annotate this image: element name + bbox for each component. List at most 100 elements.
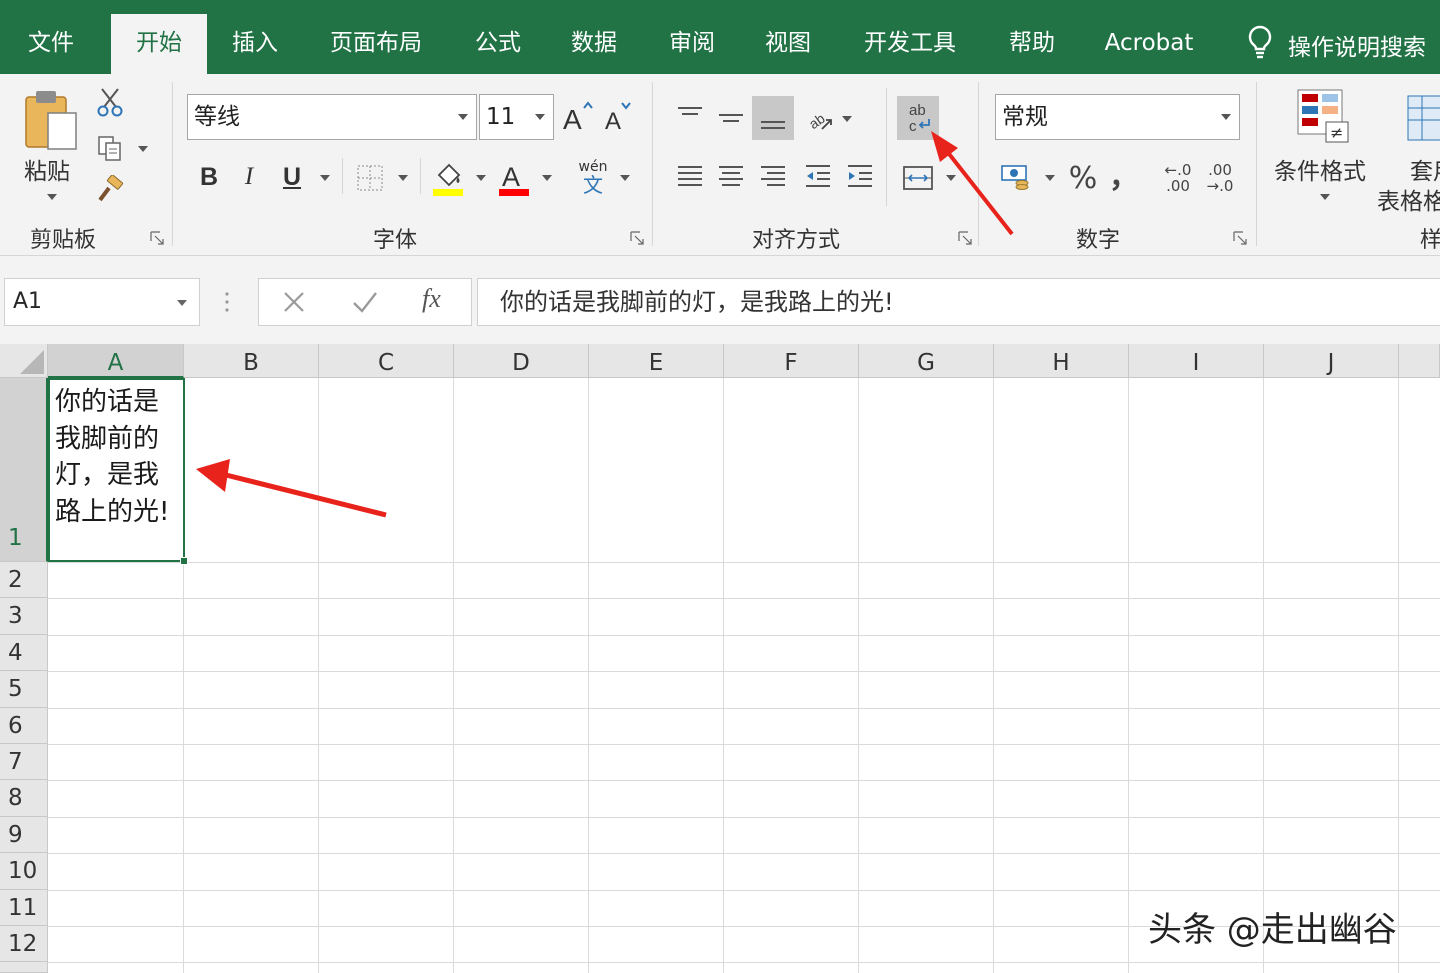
phonetic-dropdown[interactable] bbox=[620, 175, 630, 181]
decrease-font-size-button[interactable]: A bbox=[600, 98, 634, 134]
svg-text:A: A bbox=[502, 162, 520, 192]
tab-insert[interactable]: 插入 bbox=[218, 14, 292, 74]
align-left-icon[interactable] bbox=[672, 158, 708, 194]
column-header-a[interactable]: A bbox=[48, 344, 184, 378]
borders-dropdown[interactable] bbox=[398, 175, 408, 181]
orientation-icon[interactable]: ab bbox=[802, 100, 836, 136]
paste-dropdown[interactable] bbox=[47, 194, 57, 200]
worksheet-grid[interactable]: ABCDEFGHIJ 1 2 3 4 5 6 7 8 9 10 11 12 你的话是我脚前的灯，是我路… bbox=[0, 344, 1440, 973]
align-right-icon[interactable] bbox=[755, 158, 791, 194]
column-header-h[interactable]: H bbox=[994, 344, 1129, 378]
font-launcher-icon[interactable] bbox=[630, 230, 644, 245]
borders-icon[interactable] bbox=[354, 162, 386, 194]
column-header-f[interactable]: F bbox=[724, 344, 859, 378]
wrap-text-icon[interactable]: ab c bbox=[897, 96, 939, 140]
font-size-value: 11 bbox=[486, 104, 516, 130]
underline-button[interactable]: U bbox=[276, 160, 308, 194]
cell-a1[interactable]: 你的话是我脚前的灯，是我路上的光! bbox=[48, 378, 185, 562]
row-header-12[interactable]: 12 bbox=[0, 926, 48, 963]
comma-style-button[interactable]: ， bbox=[1109, 154, 1139, 194]
tab-formulas[interactable]: 公式 bbox=[462, 14, 534, 74]
tab-review[interactable]: 审阅 bbox=[656, 14, 728, 74]
italic-button[interactable]: I bbox=[233, 160, 265, 194]
top-align-icon[interactable] bbox=[672, 96, 708, 140]
conditional-formatting-icon[interactable]: ≠ bbox=[1292, 84, 1354, 148]
name-box[interactable]: A1 bbox=[4, 278, 200, 326]
row-header-8[interactable]: 8 bbox=[0, 780, 48, 817]
row-header-1[interactable]: 1 bbox=[0, 378, 48, 562]
accounting-dropdown[interactable] bbox=[1045, 175, 1055, 181]
grip-icon[interactable] bbox=[225, 290, 229, 314]
tell-me-search[interactable]: 操作说明搜索 bbox=[1246, 24, 1426, 64]
number-launcher-icon[interactable] bbox=[1233, 230, 1247, 245]
tab-page-layout[interactable]: 页面布局 bbox=[320, 14, 432, 74]
copy-icon[interactable] bbox=[94, 132, 126, 164]
column-header-k[interactable] bbox=[1399, 344, 1440, 378]
format-as-table-icon[interactable] bbox=[1404, 88, 1440, 148]
merge-center-icon[interactable] bbox=[898, 160, 938, 196]
phonetic-guide-button[interactable]: wén 文 bbox=[574, 158, 612, 198]
increase-font-size-button[interactable]: A bbox=[560, 98, 594, 134]
row-header-2[interactable]: 2 bbox=[0, 562, 48, 599]
number-format-combo[interactable]: 常规 bbox=[995, 94, 1240, 140]
font-size-combo[interactable]: 11 bbox=[479, 94, 554, 140]
cut-icon[interactable] bbox=[94, 86, 126, 118]
ribbon-tab-bar: 文件 开始 插入 页面布局 公式 数据 审阅 视图 开发工具 帮助 Acroba… bbox=[0, 0, 1440, 74]
font-color-icon[interactable]: A bbox=[496, 158, 532, 198]
format-painter-icon[interactable] bbox=[94, 174, 126, 206]
orientation-dropdown[interactable] bbox=[842, 116, 852, 122]
tab-help[interactable]: 帮助 bbox=[996, 14, 1068, 74]
tab-data[interactable]: 数据 bbox=[558, 14, 630, 74]
row-header-13[interactable] bbox=[0, 962, 48, 973]
conditional-formatting-dropdown[interactable] bbox=[1320, 194, 1330, 200]
column-header-c[interactable]: C bbox=[319, 344, 454, 378]
gridline bbox=[48, 707, 1440, 709]
alignment-launcher-icon[interactable] bbox=[958, 230, 972, 245]
copy-dropdown[interactable] bbox=[138, 146, 148, 152]
tab-home[interactable]: 开始 bbox=[111, 14, 207, 74]
font-color-dropdown[interactable] bbox=[542, 175, 552, 181]
decrease-decimal-button[interactable]: .00 →.0 bbox=[1200, 158, 1240, 198]
percent-style-button[interactable]: % bbox=[1064, 158, 1102, 198]
cancel-icon[interactable] bbox=[281, 289, 307, 319]
row-header-4[interactable]: 4 bbox=[0, 634, 48, 672]
row-header-10[interactable]: 10 bbox=[0, 853, 48, 890]
select-all-corner[interactable] bbox=[0, 344, 48, 378]
formula-buttons: fx bbox=[258, 278, 472, 326]
fill-color-icon[interactable] bbox=[430, 158, 466, 198]
bold-button[interactable]: B bbox=[193, 160, 225, 194]
accounting-format-icon[interactable] bbox=[998, 158, 1036, 194]
column-header-i[interactable]: I bbox=[1129, 344, 1264, 378]
enter-check-icon[interactable] bbox=[351, 289, 379, 319]
middle-align-icon[interactable] bbox=[713, 96, 749, 140]
row-header-11[interactable]: 11 bbox=[0, 889, 48, 926]
paste-button[interactable] bbox=[20, 84, 84, 156]
column-header-g[interactable]: G bbox=[859, 344, 994, 378]
tab-file[interactable]: 文件 bbox=[10, 14, 92, 74]
fill-color-dropdown[interactable] bbox=[476, 175, 486, 181]
column-header-e[interactable]: E bbox=[589, 344, 724, 378]
bottom-align-icon[interactable] bbox=[752, 96, 794, 140]
row-header-7[interactable]: 7 bbox=[0, 744, 48, 781]
insert-function-button[interactable]: fx bbox=[422, 284, 441, 314]
clipboard-launcher-icon[interactable] bbox=[150, 230, 164, 245]
tab-developer[interactable]: 开发工具 bbox=[852, 14, 968, 74]
align-center-icon[interactable] bbox=[713, 158, 749, 194]
column-header-b[interactable]: B bbox=[184, 344, 319, 378]
column-header-j[interactable]: J bbox=[1264, 344, 1399, 378]
row-header-3[interactable]: 3 bbox=[0, 598, 48, 635]
row-header-6[interactable]: 6 bbox=[0, 707, 48, 744]
tab-view[interactable]: 视图 bbox=[752, 14, 824, 74]
underline-dropdown[interactable] bbox=[320, 175, 330, 181]
decrease-indent-icon[interactable] bbox=[800, 158, 836, 194]
column-header-d[interactable]: D bbox=[454, 344, 589, 378]
increase-indent-icon[interactable] bbox=[842, 158, 878, 194]
row-header-9[interactable]: 9 bbox=[0, 816, 48, 854]
tab-acrobat[interactable]: Acrobat bbox=[1096, 14, 1202, 74]
font-name-combo[interactable]: 等线 bbox=[187, 94, 477, 140]
increase-decimal-button[interactable]: ←.0 .00 bbox=[1158, 158, 1198, 198]
formula-input[interactable]: 你的话是我脚前的灯，是我路上的光! bbox=[477, 278, 1440, 326]
row-header-5[interactable]: 5 bbox=[0, 671, 48, 708]
merge-dropdown[interactable] bbox=[946, 175, 956, 181]
fill-handle[interactable] bbox=[180, 557, 188, 565]
